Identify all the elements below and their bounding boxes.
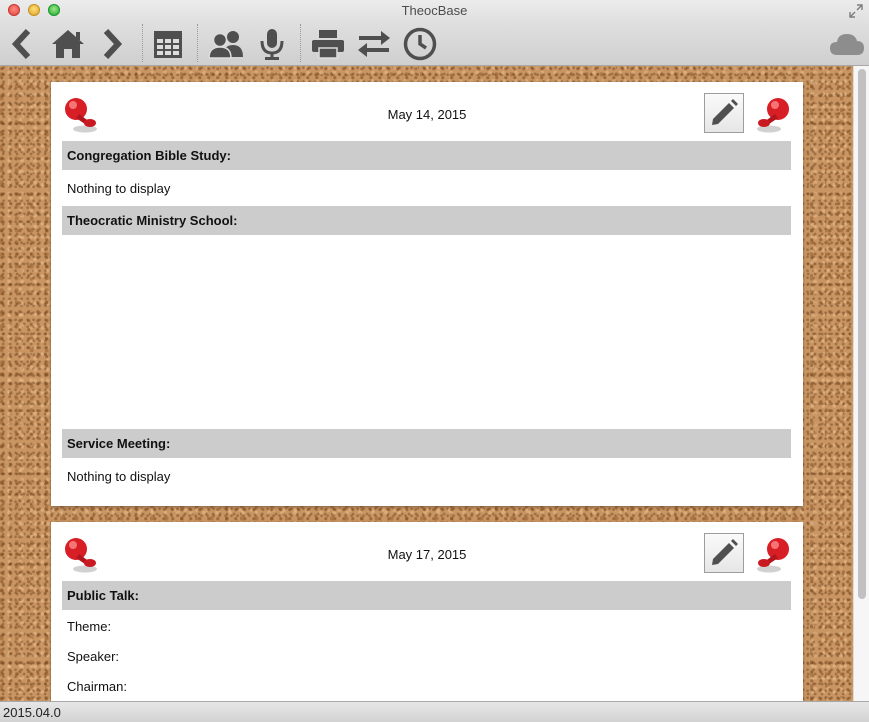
cloud-icon: [830, 34, 864, 55]
home-icon: [52, 30, 84, 58]
chevron-right-icon: [103, 28, 123, 60]
print-button[interactable]: [310, 24, 346, 64]
app-window: TheocBase May 14, 2015 Congregation Bibl…: [0, 0, 869, 722]
status-bar: 2015.04.0: [0, 701, 869, 722]
meeting-card: May 14, 2015 Congregation Bible Study: N…: [51, 82, 803, 506]
schedule-button[interactable]: [152, 24, 184, 64]
public-talk-theme-label: Theme:: [67, 619, 112, 634]
cork-board[interactable]: May 14, 2015 Congregation Bible Study: N…: [0, 66, 869, 701]
printer-icon: [312, 30, 344, 59]
toolbar-separator: [300, 24, 301, 62]
fullscreen-icon[interactable]: [849, 4, 863, 18]
home-button[interactable]: [50, 24, 86, 64]
chevron-left-icon: [11, 28, 31, 60]
pencil-icon: [712, 99, 738, 125]
pushpin-icon: [757, 98, 789, 133]
title-bar: TheocBase: [0, 0, 869, 66]
clock-icon: [403, 27, 437, 61]
cloud-sync-button[interactable]: [828, 24, 866, 64]
pushpin-icon: [757, 538, 789, 573]
publishers-button[interactable]: [207, 24, 245, 64]
section-row-text: Nothing to display: [67, 469, 171, 484]
microphone-icon: [260, 29, 284, 60]
meeting-date: May 14, 2015: [387, 107, 467, 122]
calendar-grid-icon: [154, 31, 182, 58]
section-header: Service Meeting:: [62, 429, 791, 458]
transfer-arrows-icon: [358, 31, 390, 57]
toolbar-separator: [142, 24, 143, 62]
meeting-card: May 17, 2015 Public Talk: Theme: Speaker…: [51, 522, 803, 701]
public-talk-speaker-label: Speaker:: [67, 649, 120, 664]
section-header: Congregation Bible Study:: [62, 141, 791, 170]
speakers-button[interactable]: [258, 24, 286, 64]
section-header: Theocratic Ministry School:: [62, 206, 791, 235]
forward-button[interactable]: [98, 24, 126, 64]
version-label: 2015.04.0: [3, 705, 61, 720]
public-talk-chairman-label: Chairman:: [67, 679, 127, 694]
edit-button[interactable]: [704, 93, 744, 133]
pencil-icon: [712, 539, 738, 565]
scrollbar-thumb[interactable]: [858, 69, 866, 599]
toolbar-separator: [197, 24, 198, 62]
section-header: Public Talk:: [62, 581, 791, 610]
people-icon: [208, 31, 243, 59]
vertical-scrollbar[interactable]: [853, 66, 869, 701]
section-row-text: Nothing to display: [67, 181, 171, 196]
back-button[interactable]: [8, 24, 36, 64]
edit-button[interactable]: [704, 533, 744, 573]
window-title: TheocBase: [401, 3, 468, 18]
history-button[interactable]: [402, 24, 438, 64]
data-exchange-button[interactable]: [356, 24, 392, 64]
meeting-date: May 17, 2015: [387, 547, 467, 562]
